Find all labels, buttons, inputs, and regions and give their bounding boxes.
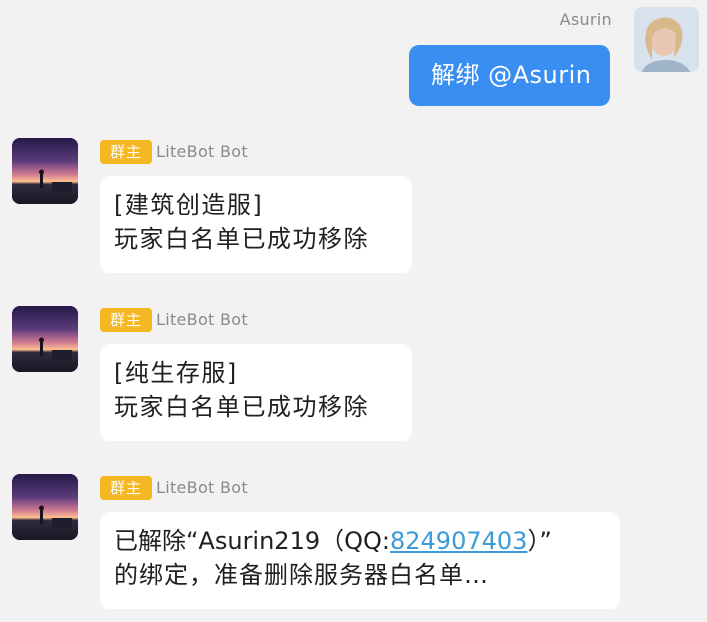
bot-avatar-image xyxy=(12,138,78,204)
self-avatar-image xyxy=(634,7,699,72)
self-avatar[interactable] xyxy=(634,7,699,72)
bot-sender-name: LiteBot Bot xyxy=(156,478,248,497)
self-message-bubble[interactable]: 解绑 @Asurin xyxy=(409,45,610,106)
bot-message-bubble[interactable]: [纯生存服] 玩家白名单已成功移除 xyxy=(100,344,412,441)
message-line: 玩家白名单已成功移除 xyxy=(114,393,369,421)
role-badge: 群主 xyxy=(100,476,152,500)
bot-avatar-image xyxy=(12,474,78,540)
bot-message-bubble[interactable]: [建筑创造服] 玩家白名单已成功移除 xyxy=(100,176,412,273)
bot-sender-name: LiteBot Bot xyxy=(156,142,248,161)
qq-number-link[interactable]: 824907403 xyxy=(390,527,527,555)
message-line: 玩家白名单已成功移除 xyxy=(114,225,369,253)
message-text: 已解除“Asurin219（QQ: xyxy=(114,527,390,555)
bot-message-bubble[interactable]: 已解除“Asurin219（QQ:824907403）” 的绑定，准备删除服务器… xyxy=(100,512,620,609)
bot-sender-name: LiteBot Bot xyxy=(156,310,248,329)
bot-avatar[interactable] xyxy=(12,138,78,204)
message-line: 已解除“Asurin219（QQ:824907403）” xyxy=(114,524,604,558)
bot-avatar[interactable] xyxy=(12,306,78,372)
message-line: [纯生存服] xyxy=(114,359,238,387)
role-badge: 群主 xyxy=(100,140,152,164)
message-line: [建筑创造服] xyxy=(114,191,264,219)
bot-avatar-image xyxy=(12,306,78,372)
bot-avatar[interactable] xyxy=(12,474,78,540)
role-badge: 群主 xyxy=(100,308,152,332)
chat-window: Asurin 解绑 @Asurin 群主 LiteBot Bot [建筑创造服]… xyxy=(0,0,707,622)
message-text: ）” xyxy=(527,527,552,555)
self-sender-name: Asurin xyxy=(559,10,612,29)
message-line: 的绑定，准备删除服务器白名单… xyxy=(114,561,489,589)
